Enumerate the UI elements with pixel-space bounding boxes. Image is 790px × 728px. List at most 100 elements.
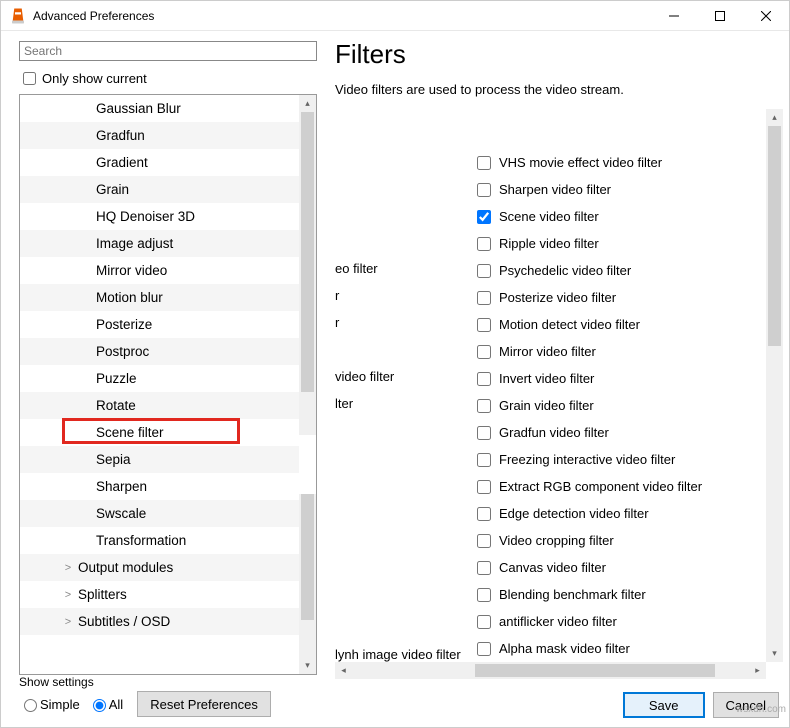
filter-checkbox[interactable] bbox=[477, 183, 491, 197]
filter-checkbox[interactable] bbox=[477, 453, 491, 467]
tree-item[interactable]: Puzzle bbox=[20, 365, 299, 392]
close-button[interactable] bbox=[743, 1, 789, 31]
filter-row[interactable]: Blending benchmark filter bbox=[473, 581, 702, 608]
only-show-current-row[interactable]: Only show current bbox=[19, 69, 317, 88]
tree-item[interactable]: Postproc bbox=[20, 338, 299, 365]
filter-checkbox[interactable] bbox=[477, 345, 491, 359]
maximize-button[interactable] bbox=[697, 1, 743, 31]
filter-label: Freezing interactive video filter bbox=[499, 452, 675, 467]
settings-tree[interactable]: Gaussian Blur Gradfun GradientGrainHQ Deno… bbox=[20, 95, 316, 674]
filter-row[interactable]: Invert video filter bbox=[473, 365, 702, 392]
chevron-right-icon[interactable]: > bbox=[62, 589, 74, 601]
filter-row[interactable]: Alpha mask video filter bbox=[473, 635, 702, 662]
save-button[interactable]: Save bbox=[623, 692, 705, 718]
filter-label: Grain video filter bbox=[499, 398, 594, 413]
tree-item-label: Gradfun bbox=[96, 128, 145, 143]
filter-row[interactable]: Motion detect video filter bbox=[473, 311, 702, 338]
filter-checkbox[interactable] bbox=[477, 237, 491, 251]
tree-item[interactable]: Sharpen bbox=[20, 473, 299, 500]
filter-row[interactable]: Canvas video filter bbox=[473, 554, 702, 581]
tree-item[interactable]: Image adjust bbox=[20, 230, 299, 257]
filters-checkbox-column: VHS movie effect video filterSharpen vid… bbox=[473, 149, 702, 662]
tree-scroll-thumb[interactable] bbox=[301, 112, 314, 392]
filter-row[interactable]: antiflicker video filter bbox=[473, 608, 702, 635]
tree-item[interactable]: Motion blur bbox=[20, 284, 299, 311]
simple-radio[interactable] bbox=[24, 699, 37, 712]
tree-scroll-thumb[interactable] bbox=[301, 494, 314, 620]
filter-checkbox[interactable] bbox=[477, 372, 491, 386]
tree-item[interactable]: >Splitters bbox=[20, 581, 299, 608]
only-show-current-checkbox[interactable] bbox=[23, 72, 36, 85]
filter-checkbox[interactable] bbox=[477, 588, 491, 602]
chevron-right-icon[interactable]: > bbox=[62, 616, 74, 628]
filter-row[interactable]: Gradfun video filter bbox=[473, 419, 702, 446]
tree-scrollbar-lower[interactable] bbox=[299, 494, 316, 674]
app-icon bbox=[9, 7, 27, 25]
filter-checkbox[interactable] bbox=[477, 561, 491, 575]
filter-checkbox[interactable] bbox=[477, 480, 491, 494]
all-radio-row[interactable]: All bbox=[88, 696, 123, 712]
reset-preferences-button[interactable]: Reset Preferences bbox=[137, 691, 271, 717]
tree-item-label: Posterize bbox=[96, 317, 152, 332]
tree-scrollbar-upper[interactable] bbox=[299, 95, 316, 435]
filter-checkbox[interactable] bbox=[477, 156, 491, 170]
all-radio[interactable] bbox=[93, 699, 106, 712]
filter-row[interactable]: Edge detection video filter bbox=[473, 500, 702, 527]
only-show-current-label: Only show current bbox=[42, 71, 147, 86]
clipped-text: lter bbox=[335, 390, 465, 417]
filter-checkbox[interactable] bbox=[477, 615, 491, 629]
filter-row[interactable]: Mirror video filter bbox=[473, 338, 702, 365]
clipped-text: lynh image video filter bbox=[335, 647, 461, 662]
tree-item[interactable]: Gradfun bbox=[20, 122, 299, 149]
filter-checkbox[interactable] bbox=[477, 264, 491, 278]
minimize-button[interactable] bbox=[651, 1, 697, 31]
search-input[interactable] bbox=[19, 41, 317, 61]
filter-checkbox[interactable] bbox=[477, 318, 491, 332]
titlebar: Advanced Preferences bbox=[1, 1, 789, 31]
tree-item[interactable]: Scene filter bbox=[20, 419, 299, 446]
clipped-text bbox=[335, 336, 465, 363]
filters-hscroll-thumb[interactable] bbox=[475, 664, 715, 677]
tree-item[interactable]: Grain bbox=[20, 176, 299, 203]
tree-item[interactable]: HQ Denoiser 3D bbox=[20, 203, 299, 230]
filter-row[interactable]: Psychedelic video filter bbox=[473, 257, 702, 284]
filter-checkbox[interactable] bbox=[477, 210, 491, 224]
filter-row[interactable]: Scene video filter bbox=[473, 203, 702, 230]
tree-item-label: Gaussian Blur bbox=[96, 101, 181, 116]
tree-item[interactable]: Gaussian Blur bbox=[20, 95, 299, 122]
tree-item[interactable]: >Subtitles / OSD bbox=[20, 608, 299, 635]
filter-checkbox[interactable] bbox=[477, 291, 491, 305]
filters-vscroll-thumb[interactable] bbox=[768, 126, 781, 346]
tree-item[interactable]: Rotate bbox=[20, 392, 299, 419]
filter-checkbox[interactable] bbox=[477, 507, 491, 521]
filter-row[interactable]: Extract RGB component video filter bbox=[473, 473, 702, 500]
tree-item-label: Scene filter bbox=[96, 425, 164, 440]
filter-label: Invert video filter bbox=[499, 371, 594, 386]
tree-item[interactable]: Sepia bbox=[20, 446, 299, 473]
chevron-right-icon[interactable]: > bbox=[62, 562, 74, 574]
simple-radio-row[interactable]: Simple bbox=[19, 696, 80, 712]
filter-row[interactable]: Grain video filter bbox=[473, 392, 702, 419]
filter-row[interactable]: Ripple video filter bbox=[473, 230, 702, 257]
tree-item[interactable]: Swscale bbox=[20, 500, 299, 527]
tree-item[interactable]: Mirror video bbox=[20, 257, 299, 284]
tree-item[interactable]: Transformation bbox=[20, 527, 299, 554]
filter-row[interactable]: Video cropping filter bbox=[473, 527, 702, 554]
filter-label: Extract RGB component video filter bbox=[499, 479, 702, 494]
filters-hscrollbar[interactable] bbox=[335, 662, 766, 679]
filter-checkbox[interactable] bbox=[477, 399, 491, 413]
filter-row[interactable]: Freezing interactive video filter bbox=[473, 446, 702, 473]
tree-item-label: Motion blur bbox=[96, 290, 163, 305]
tree-item[interactable]: Posterize bbox=[20, 311, 299, 338]
filters-area: eo filterrrvideo filterlter VHS movie ef… bbox=[335, 109, 783, 679]
filter-row[interactable]: Posterize video filter bbox=[473, 284, 702, 311]
filter-row[interactable]: Sharpen video filter bbox=[473, 176, 702, 203]
filter-checkbox[interactable] bbox=[477, 426, 491, 440]
tree-item[interactable]: Gradient bbox=[20, 149, 299, 176]
filter-checkbox[interactable] bbox=[477, 534, 491, 548]
filter-row[interactable]: VHS movie effect video filter bbox=[473, 149, 702, 176]
tree-item[interactable]: >Output modules bbox=[20, 554, 299, 581]
filter-checkbox[interactable] bbox=[477, 642, 491, 656]
tree-container: Gaussian Blur Gradfun GradientGrainHQ Deno… bbox=[19, 94, 317, 675]
filters-vscrollbar[interactable] bbox=[766, 109, 783, 662]
